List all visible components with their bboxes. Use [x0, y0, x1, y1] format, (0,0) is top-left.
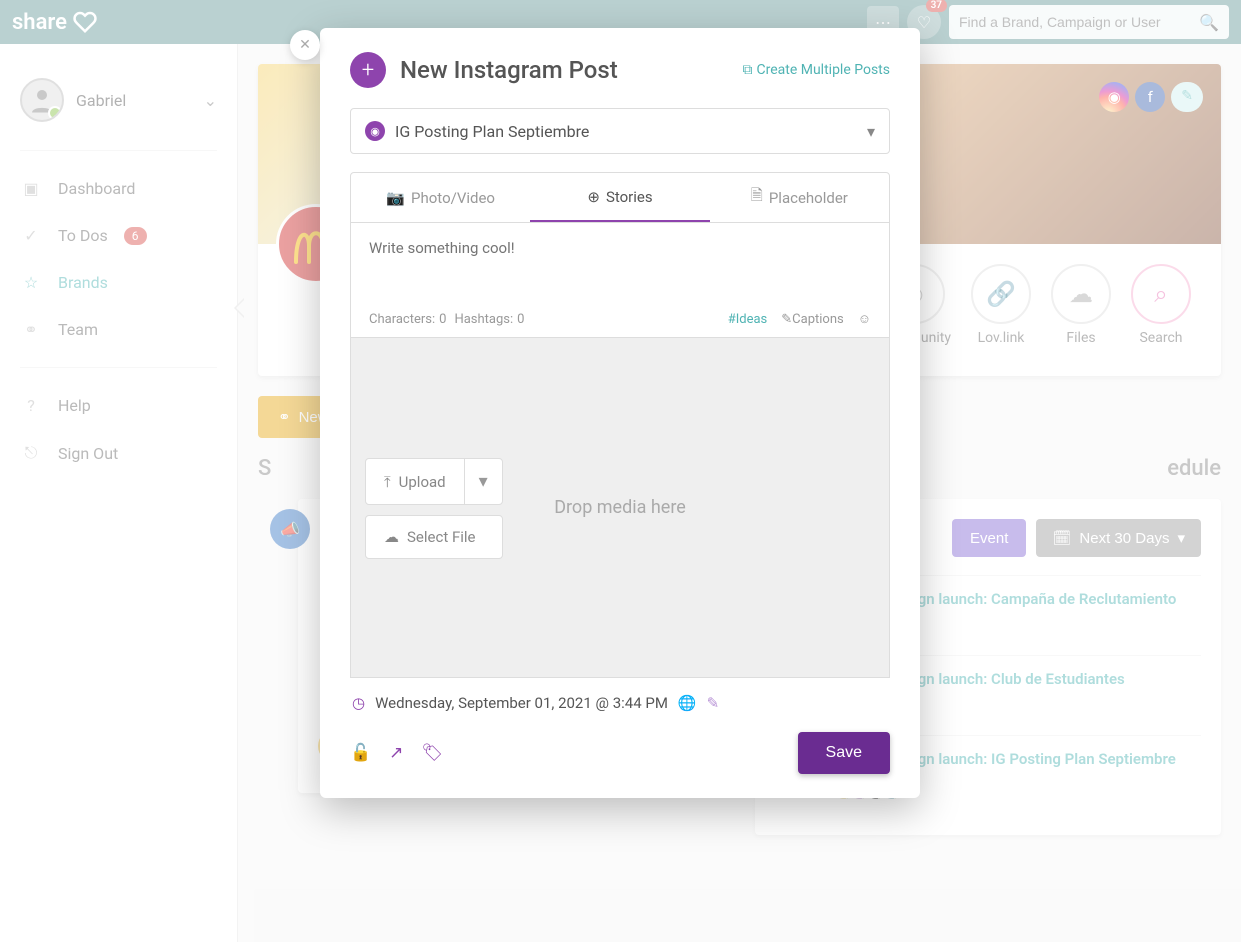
modal-header: + New Instagram Post ⧉ Create Multiple P… — [350, 52, 890, 88]
media-dropzone[interactable]: ⤒ Upload ▾ ☁ Select File Drop media here — [350, 338, 890, 678]
scheduled-datetime[interactable]: Wednesday, September 01, 2021 @ 3:44 PM — [375, 694, 668, 712]
lock-icon[interactable]: 🔓 — [350, 743, 371, 763]
tab-photo-video[interactable]: 📷 Photo/Video — [351, 173, 530, 222]
close-modal-button[interactable]: ✕ — [290, 30, 320, 60]
dropzone-text: Drop media here — [554, 497, 686, 518]
edit-datetime-icon[interactable]: ✎ — [707, 694, 720, 712]
instagram-icon: ◉ — [365, 121, 385, 141]
tag-icon[interactable]: 🏷 — [421, 743, 443, 763]
plan-name: IG Posting Plan Septiembre — [395, 122, 589, 141]
content-type-tabs: 📷 Photo/Video ⊕ Stories 🗎 Placeholder — [350, 172, 890, 223]
camera-icon: 📷 — [386, 189, 405, 207]
upload-dropdown-button[interactable]: ▾ — [464, 459, 502, 504]
emoji-button[interactable]: ☺ — [858, 311, 871, 327]
upload-icon: ⤒ — [384, 473, 391, 491]
posting-plan-selector[interactable]: ◉ IG Posting Plan Septiembre ▾ — [350, 108, 890, 154]
save-button[interactable]: Save — [798, 732, 890, 774]
select-file-label: Select File — [407, 528, 475, 546]
modal-title: New Instagram Post — [400, 56, 729, 84]
tab-stories[interactable]: ⊕ Stories — [530, 173, 709, 222]
upload-button[interactable]: ⤒ Upload — [366, 461, 464, 503]
chars-label: Characters: — [369, 312, 435, 327]
compose-area: Characters: 0 Hashtags: 0 #Ideas ✎Captio… — [350, 223, 890, 338]
modal-footer: 🔓 ↗ 🏷 Save — [350, 722, 890, 774]
hashtags-label: Hashtags: — [454, 312, 513, 327]
chars-value: 0 — [439, 312, 446, 327]
document-icon: 🗎 — [751, 185, 763, 210]
datetime-row: ◷ Wednesday, September 01, 2021 @ 3:44 P… — [350, 678, 890, 722]
plus-icon: + — [350, 52, 386, 88]
clock-icon: ◷ — [352, 694, 365, 712]
post-text-input[interactable] — [369, 239, 871, 307]
hash-icon: # — [728, 312, 736, 327]
cloud-icon: ☁ — [384, 528, 399, 546]
select-file-button[interactable]: ☁ Select File — [365, 515, 503, 559]
hashtags-value: 0 — [517, 312, 524, 327]
upload-controls: ⤒ Upload ▾ ☁ Select File — [365, 458, 503, 559]
upload-button-group: ⤒ Upload ▾ — [365, 458, 503, 505]
tab-label: Photo/Video — [411, 189, 495, 207]
close-icon: ✕ — [299, 37, 311, 53]
copy-icon: ⧉ — [743, 62, 753, 78]
create-multiple-posts-link[interactable]: ⧉ Create Multiple Posts — [743, 62, 891, 78]
add-circle-icon: ⊕ — [587, 188, 600, 206]
tab-placeholder[interactable]: 🗎 Placeholder — [710, 173, 889, 222]
tab-label: Placeholder — [769, 189, 848, 207]
create-multiple-label: Create Multiple Posts — [757, 62, 891, 78]
compose-footer: Characters: 0 Hashtags: 0 #Ideas ✎Captio… — [369, 311, 871, 327]
captions-button[interactable]: ✎Captions — [781, 312, 843, 327]
upload-label: Upload — [399, 473, 446, 491]
chevron-down-icon: ▾ — [867, 122, 875, 141]
tab-label: Stories — [606, 188, 653, 206]
new-post-modal: ✕ + New Instagram Post ⧉ Create Multiple… — [320, 28, 920, 798]
ideas-button[interactable]: #Ideas — [728, 312, 768, 327]
pen-icon: ✎ — [781, 312, 792, 327]
globe-icon[interactable]: 🌐 — [678, 694, 697, 712]
chevron-down-icon: ▾ — [479, 471, 488, 492]
external-link-icon[interactable]: ↗ — [389, 743, 403, 763]
